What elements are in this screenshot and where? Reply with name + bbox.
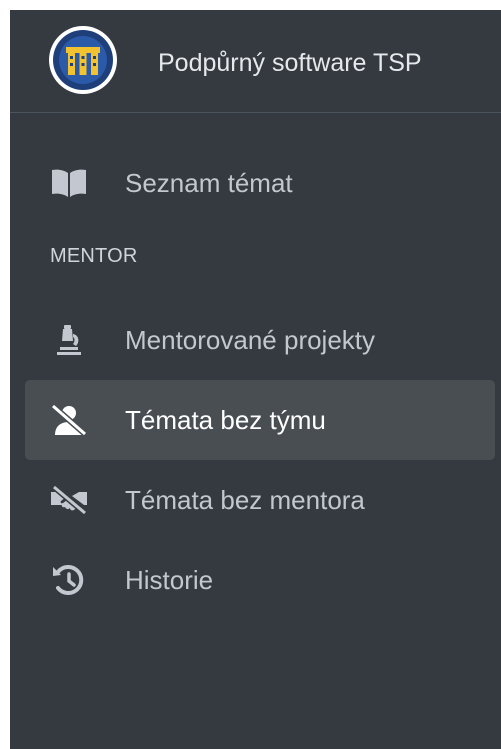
handshake-slash-icon (49, 484, 89, 516)
brand-link[interactable]: Podpůrný software TSP (10, 10, 501, 113)
nav-item-temata-bez-mentora[interactable]: Témata bez mentora (25, 460, 495, 540)
nav-item-label: Témata bez mentora (125, 485, 365, 515)
nav-section-header: MENTOR (50, 245, 138, 267)
brand-title: Podpůrný software TSP (158, 49, 422, 77)
nav-item-historie[interactable]: Historie (25, 540, 495, 620)
nav-item-seznam-temat[interactable]: Seznam témat (25, 143, 495, 223)
tsp-logo-icon (48, 25, 118, 95)
sidebar: Podpůrný software TSP Seznam témat MENTO… (10, 10, 501, 749)
nav-item-temata-bez-tymu[interactable]: Témata bez týmu (25, 380, 495, 460)
user-slash-icon (49, 404, 89, 436)
nav-item-mentorovane-projekty[interactable]: Mentorované projekty (25, 300, 495, 380)
book-open-icon (49, 167, 89, 199)
history-icon (49, 564, 89, 596)
nav-item-label: Historie (125, 565, 214, 595)
nav-item-label: Mentorované projekty (125, 325, 376, 355)
nav-item-label: Témata bez týmu (125, 405, 326, 435)
nav-item-label: Seznam témat (125, 168, 293, 198)
microscope-icon (49, 324, 89, 356)
